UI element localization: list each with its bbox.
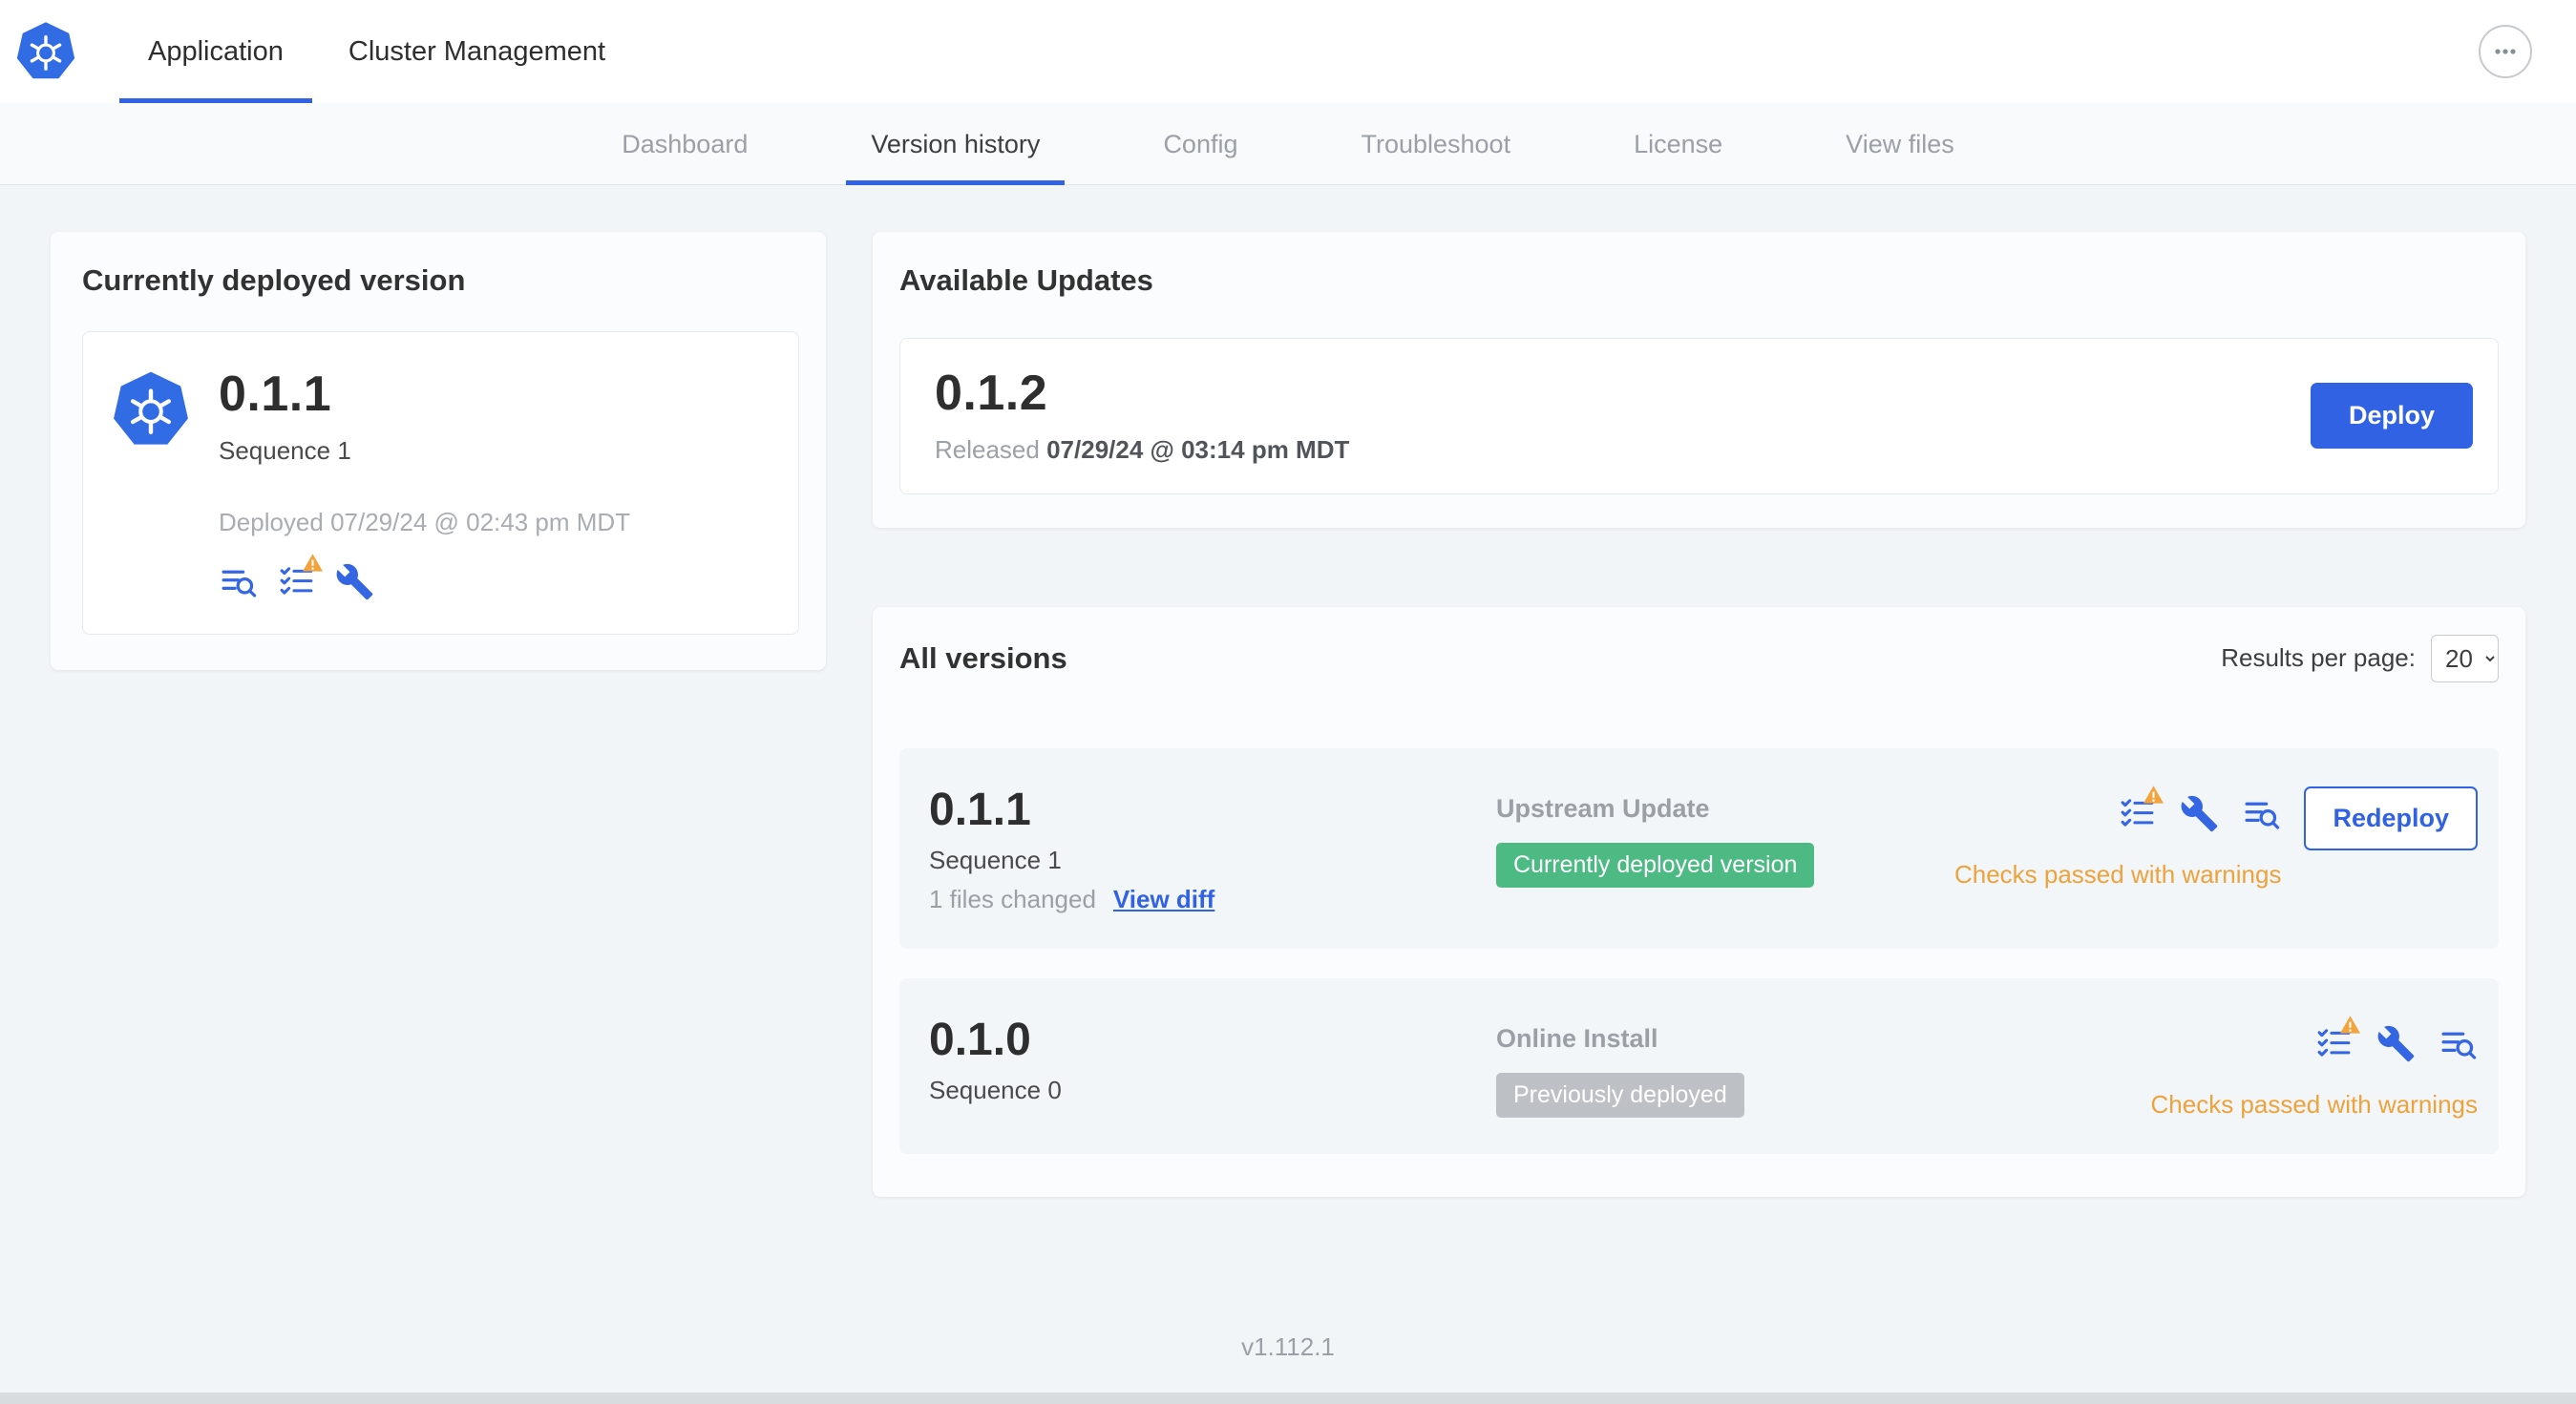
current-version-panel: 0.1.1 Sequence 1 Deployed 07/29/24 @ 02:… [82, 331, 799, 635]
deploy-button[interactable]: Deploy [2310, 383, 2473, 450]
checks-status-text: Checks passed with warnings [1953, 859, 2282, 889]
view-diff-link[interactable]: View diff [1113, 885, 1214, 914]
released-label: Released [935, 434, 1040, 464]
current-version-card: Currently deployed version 0.1.1 Sequenc… [51, 232, 826, 670]
version-number: 0.1.0 [929, 1014, 1031, 1065]
edit-config-wrench-icon[interactable] [2376, 1024, 2416, 1063]
release-notes-icon[interactable] [2242, 794, 2281, 833]
update-details: 0.1.2 Released 07/29/24 @ 03:14 pm MDT [935, 367, 1349, 465]
subnav-troubleshoot[interactable]: Troubleshoot [1361, 103, 1510, 185]
current-version-details: 0.1.1 Sequence 1 Deployed 07/29/24 @ 02:… [219, 368, 630, 601]
version-row: 0.1.0 Sequence 0 Online Install Previous… [899, 977, 2499, 1154]
current-version-number: 0.1.1 [219, 367, 332, 422]
version-row-actions: Checks passed with warnings Redeploy [1953, 785, 2478, 890]
version-number: 0.1.1 [929, 784, 1031, 835]
subnav-dashboard[interactable]: Dashboard [622, 103, 748, 185]
edit-config-wrench-icon[interactable] [2180, 794, 2219, 833]
redeploy-button[interactable]: Redeploy [2304, 786, 2478, 850]
warning-triangle-icon [302, 553, 324, 572]
status-badge: Previously deployed [1496, 1072, 1744, 1118]
tab-cluster-management[interactable]: Cluster Management [320, 0, 634, 103]
files-changed-line: 1 files changed View diff [929, 885, 1496, 914]
version-source-label: Upstream Update [1496, 793, 1710, 823]
preflight-checks-warning-icon[interactable] [2314, 1016, 2361, 1063]
version-row-actions: Checks passed with warnings [2150, 1016, 2479, 1120]
top-tab-bar: Application Cluster Management [119, 0, 634, 103]
right-column: Available Updates 0.1.2 Released 07/29/2… [873, 232, 2525, 1197]
version-row-icons [2314, 1016, 2478, 1063]
version-row-icons [2118, 785, 2281, 833]
results-per-page-label: Results per page: [2221, 643, 2416, 673]
current-version-sequence: Sequence 1 [219, 435, 351, 465]
subnav-license[interactable]: License [1634, 103, 1722, 185]
current-version-title: Currently deployed version [82, 263, 466, 297]
status-badge: Currently deployed version [1496, 842, 1815, 888]
subnav-version-history[interactable]: Version history [846, 103, 1066, 185]
available-updates-title: Available Updates [899, 263, 1153, 297]
update-row: 0.1.2 Released 07/29/24 @ 03:14 pm MDT D… [899, 338, 2499, 494]
version-row-checks-column: Checks passed with warnings [1953, 785, 2282, 890]
version-sequence: Sequence 1 [929, 845, 1062, 874]
current-version-actions [219, 553, 630, 601]
current-version-deployed-date: Deployed 07/29/24 @ 02:43 pm MDT [219, 507, 631, 536]
all-versions-card: All versions Results per page: 20 0.1.1 … [873, 606, 2525, 1197]
released-date-value: 07/29/24 @ 03:14 pm MDT [1046, 434, 1350, 464]
release-notes-icon[interactable] [219, 562, 258, 601]
tab-application[interactable]: Application [119, 0, 312, 103]
app-subnav: Dashboard Version history Config Trouble… [0, 103, 2576, 185]
results-per-page: Results per page: 20 [2221, 634, 2499, 682]
bottom-edge-strip [0, 1392, 2576, 1404]
subnav-view-files[interactable]: View files [1846, 103, 1954, 185]
page-footer: v1.112.1 [0, 1197, 2576, 1393]
available-updates-card: Available Updates 0.1.2 Released 07/29/2… [873, 232, 2525, 528]
warning-triangle-icon [2143, 785, 2164, 804]
all-versions-title: All versions [899, 640, 1067, 675]
version-row-source: Online Install Previously deployed [1496, 1016, 2151, 1118]
subnav-config[interactable]: Config [1163, 103, 1237, 185]
results-per-page-select[interactable]: 20 [2431, 634, 2499, 682]
version-row-info: 0.1.1 Sequence 1 1 files changed View di… [929, 786, 1496, 914]
files-changed-count: 1 files changed [929, 884, 1096, 913]
version-row-source: Upstream Update Currently deployed versi… [1496, 786, 1954, 888]
warning-triangle-icon [2339, 1016, 2361, 1034]
version-source-label: Online Install [1496, 1023, 1658, 1053]
version-sequence: Sequence 0 [929, 1076, 1062, 1105]
version-row-checks-column: Checks passed with warnings [2150, 1016, 2479, 1120]
update-released-date: Released 07/29/24 @ 03:14 pm MDT [935, 435, 1349, 465]
kubernetes-app-icon [113, 370, 189, 449]
checks-status-text: Checks passed with warnings [2150, 1089, 2479, 1119]
all-versions-header: All versions Results per page: 20 [899, 634, 2499, 682]
preflight-checks-warning-icon[interactable] [2118, 785, 2164, 833]
more-menu-button[interactable] [2479, 25, 2532, 78]
release-notes-icon[interactable] [2439, 1024, 2478, 1063]
version-row-info: 0.1.0 Sequence 0 [929, 1016, 1496, 1105]
kubernetes-logo-icon [16, 21, 75, 82]
update-version-number: 0.1.2 [935, 366, 1048, 421]
console-version-label: v1.112.1 [1241, 1331, 1335, 1361]
top-header: Application Cluster Management [0, 0, 2576, 103]
main-content: Currently deployed version 0.1.1 Sequenc… [0, 185, 2576, 1197]
edit-config-wrench-icon[interactable] [335, 562, 374, 601]
preflight-checks-warning-icon[interactable] [277, 553, 324, 601]
ellipsis-icon [2495, 49, 2516, 54]
version-row: 0.1.1 Sequence 1 1 files changed View di… [899, 747, 2499, 949]
